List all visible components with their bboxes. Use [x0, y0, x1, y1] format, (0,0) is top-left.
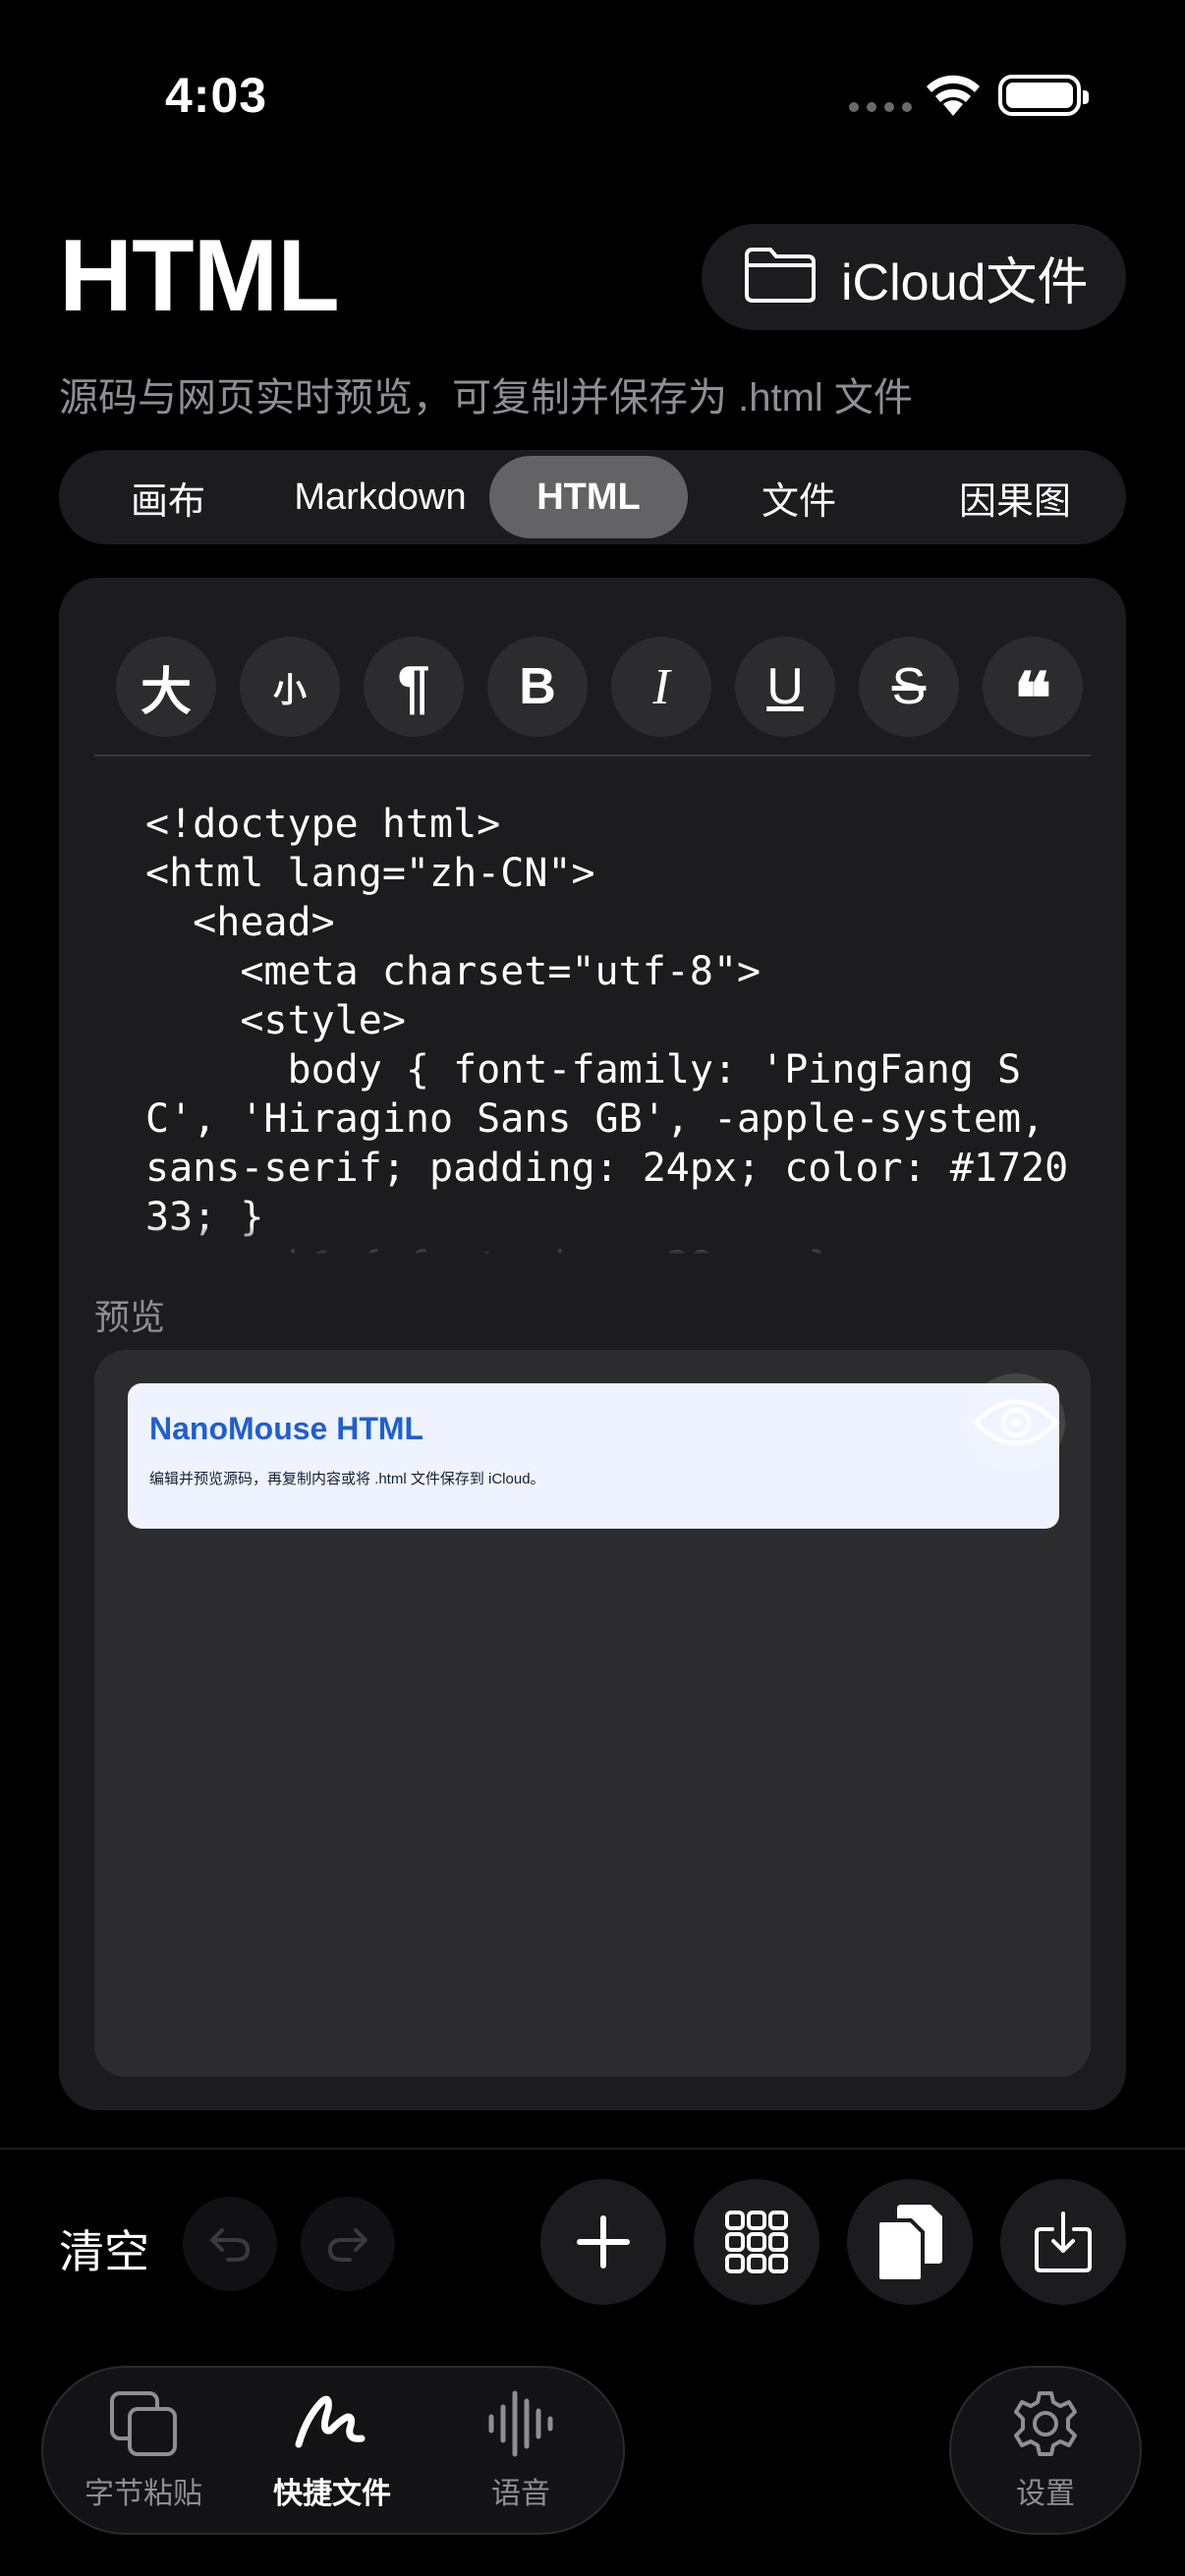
html-source-editor[interactable]: <!doctype html> <html lang="zh-CN"> <hea…	[145, 800, 1069, 1254]
grid-icon[interactable]	[694, 2179, 819, 2305]
undo-icon[interactable]	[183, 2197, 277, 2291]
tabbar-label: 字节粘贴	[85, 2478, 202, 2510]
toolbar-divider	[94, 755, 1091, 756]
icloud-files-label: iCloud文件	[841, 253, 1089, 311]
settings-button[interactable]: 设置	[949, 2366, 1142, 2535]
tabbar-item-voice[interactable]: 语音	[442, 2389, 599, 2512]
tabbar-label: 快捷文件	[273, 2478, 391, 2510]
icloud-files-button[interactable]: iCloud文件	[702, 224, 1126, 330]
waveform-icon	[485, 2389, 556, 2463]
eye-icon[interactable]	[967, 1373, 1065, 1472]
plus-icon[interactable]	[540, 2179, 666, 2305]
redo-icon[interactable]	[301, 2197, 395, 2291]
tab-html[interactable]: HTML	[489, 456, 688, 538]
cellular-dots-icon	[849, 102, 912, 112]
bold-icon[interactable]: B	[487, 637, 588, 737]
battery-icon	[998, 75, 1089, 116]
tabbar-item-byte-paste[interactable]: 字节粘贴	[65, 2389, 222, 2512]
paragraph-icon[interactable]: ¶	[364, 637, 464, 737]
preview-paragraph: 编辑并预览源码，再复制内容或将 .html 文件保存到 iCloud。	[149, 1471, 545, 1487]
page-title: HTML	[59, 219, 340, 333]
wifi-icon	[924, 73, 983, 123]
settings-label: 设置	[1016, 2477, 1075, 2510]
preview-heading: NanoMouse HTML	[149, 1411, 424, 1446]
format-toolbar: 大 小 ¶ B I U S ❝	[116, 637, 1083, 740]
rendered-preview	[128, 1383, 1059, 1529]
gear-icon	[1011, 2389, 1080, 2463]
status-time: 4:03	[165, 68, 268, 123]
quote-icon[interactable]: ❝	[983, 637, 1083, 740]
page-subtitle: 源码与网页实时预览，可复制并保存为 .html 文件	[59, 376, 913, 420]
tabbar-item-quick-files[interactable]: 快捷文件	[254, 2389, 411, 2512]
download-icon[interactable]	[1000, 2179, 1126, 2305]
mode-tabs: 画布 Markdown HTML 文件 因果图	[59, 450, 1126, 544]
tab-canvas[interactable]: 画布	[65, 456, 271, 538]
tab-causal-graph[interactable]: 因果图	[910, 456, 1120, 538]
scribble-icon	[293, 2389, 371, 2463]
clear-button[interactable]: 清空	[59, 2216, 149, 2281]
tab-files[interactable]: 文件	[688, 456, 910, 538]
bottom-separator	[0, 2148, 1185, 2150]
tabbar-label: 语音	[491, 2478, 550, 2510]
tab-markdown[interactable]: Markdown	[271, 456, 489, 538]
folder-icon	[743, 246, 818, 309]
copy-icon[interactable]	[847, 2179, 973, 2305]
underline-icon[interactable]: U	[735, 637, 835, 737]
strikethrough-icon[interactable]: S	[859, 637, 959, 737]
clipboard-icon	[108, 2389, 179, 2463]
small-text-icon[interactable]: 小	[240, 637, 340, 737]
preview-label: 预览	[94, 1297, 166, 1337]
large-text-icon[interactable]: 大	[116, 637, 216, 737]
editor-fade	[145, 1224, 1069, 1256]
italic-icon[interactable]: I	[611, 637, 711, 737]
